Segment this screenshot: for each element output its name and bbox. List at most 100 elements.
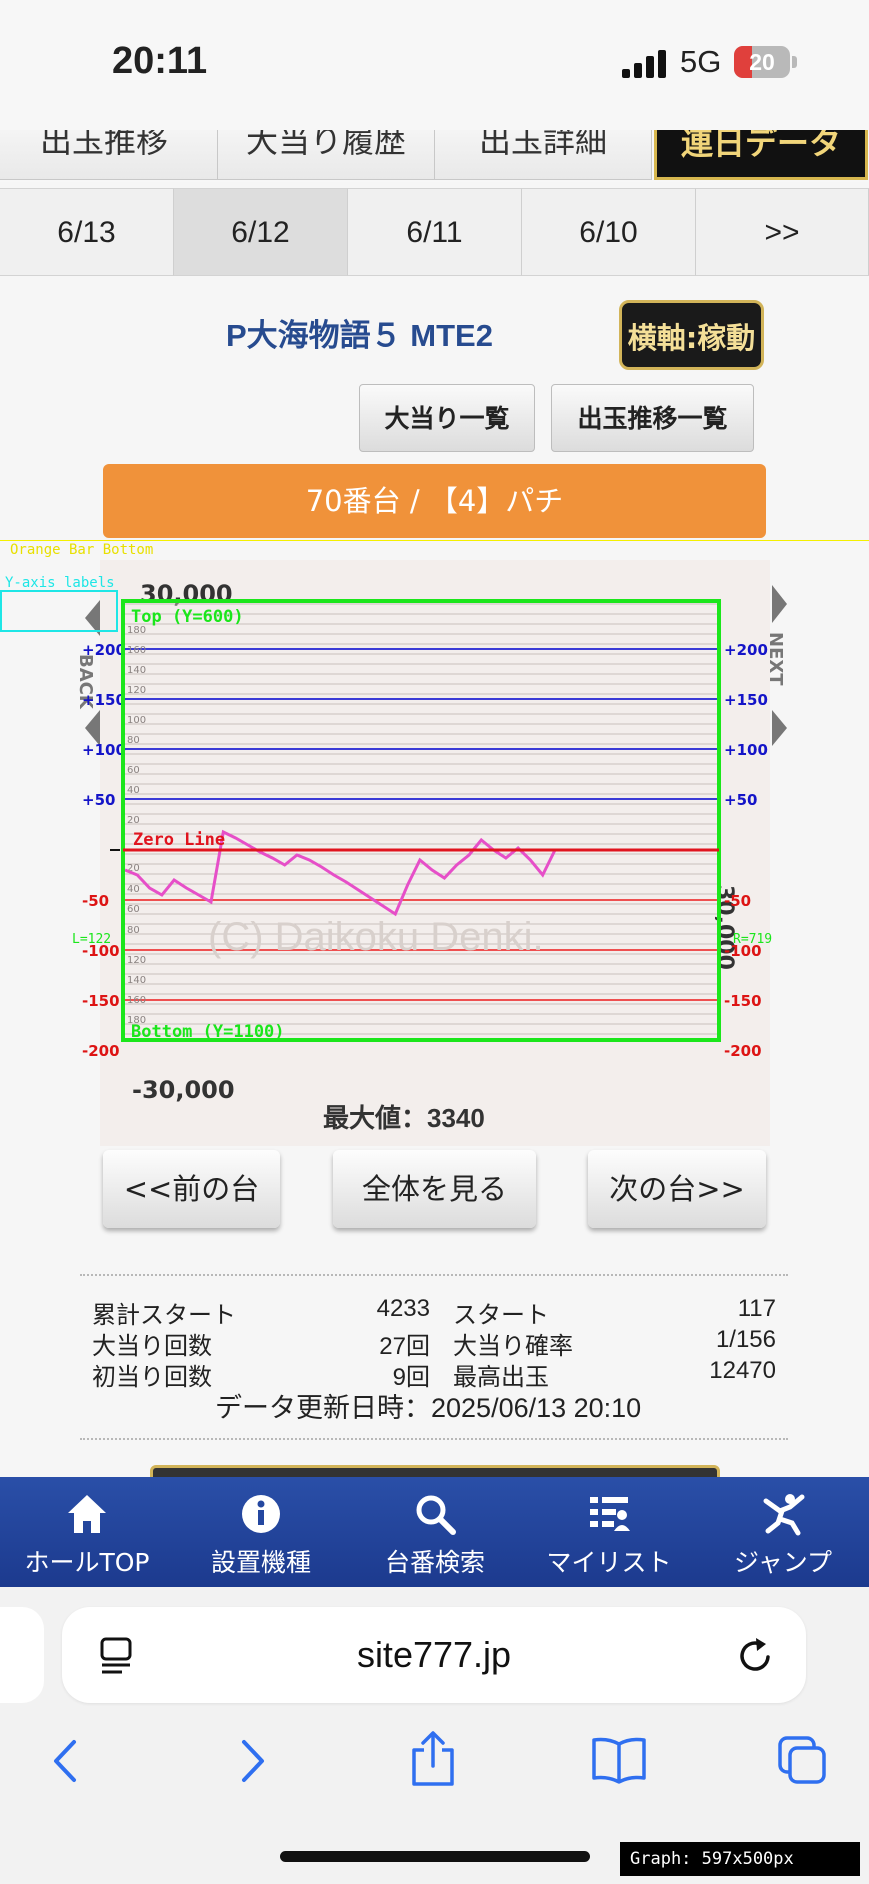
- minor-grid: [123, 603, 719, 1035]
- top-tab-row: 出玉推移 大当り履歴 出玉詳細 連日データ: [0, 130, 869, 182]
- left-tick-label: +50: [82, 791, 115, 809]
- home-indicator: [280, 1851, 590, 1862]
- battery-level: 20: [749, 49, 775, 75]
- machine-bar: 70番台 / 【4】パチ: [103, 464, 766, 538]
- tab-jackpot-history[interactable]: 大当り履歴: [217, 130, 435, 180]
- previous-tab-edge[interactable]: [0, 1607, 44, 1703]
- next-arrow-up[interactable]: [772, 585, 787, 623]
- nav-installed-models[interactable]: 設置機種: [174, 1477, 348, 1587]
- axis-toggle-button[interactable]: 横軸:稼動: [619, 300, 764, 370]
- nav-label: ホールTOP: [24, 1548, 150, 1577]
- nav-label: マイリスト: [546, 1548, 672, 1577]
- share-icon[interactable]: [408, 1730, 458, 1788]
- tab-payout-trend[interactable]: 出玉推移: [0, 130, 218, 180]
- stat-value: 12470: [709, 1357, 776, 1384]
- right-tick-label: +150: [724, 691, 768, 709]
- max-value-label: 最大値：3340: [323, 1103, 485, 1133]
- left-tick-label: -150: [82, 992, 120, 1010]
- stat-label: 大当り確率: [453, 1333, 573, 1360]
- graph-size-label: Graph: 597x500px: [620, 1842, 860, 1876]
- left-tick-label: -200: [82, 1042, 120, 1060]
- cellular-signal-icon: [622, 50, 666, 78]
- right-tick-label: +50: [724, 791, 757, 809]
- minor-tick-label: 100: [127, 715, 146, 726]
- jump-icon: [763, 1494, 805, 1536]
- minor-tick-label: 40: [127, 884, 140, 895]
- payout-list-button[interactable]: 出玉推移一覧: [551, 384, 754, 452]
- nav-my-list[interactable]: マイリスト: [522, 1477, 696, 1587]
- y-axis-labels-caption: Y-axis labels: [5, 575, 115, 591]
- right-tick-label: -200: [724, 1042, 762, 1060]
- stat-value: 1/156: [715, 1326, 776, 1353]
- stat-label: スタート: [453, 1302, 549, 1329]
- minor-tick-label: 80: [127, 735, 140, 746]
- bottom-nav: ホールTOP 設置機種 台番検索 マイリスト ジャンプ: [0, 1477, 869, 1587]
- clock: 20:11: [112, 40, 208, 82]
- right-tick-label: +200: [724, 641, 768, 659]
- date-tab-4[interactable]: 6/10: [522, 188, 696, 276]
- model-name: P大海物語５ MTE2: [226, 318, 493, 353]
- nav-jump[interactable]: ジャンプ: [696, 1477, 869, 1587]
- nav-label: 台番検索: [384, 1548, 485, 1577]
- back-icon[interactable]: [46, 1736, 86, 1786]
- network-type: 5G: [680, 44, 722, 79]
- graph-bottom-value: -30,000: [132, 1076, 235, 1104]
- nav-label: 設置機種: [210, 1548, 311, 1577]
- divider-bottom: [80, 1438, 788, 1440]
- battery-tip: [792, 56, 797, 68]
- date-tab-3[interactable]: 6/11: [348, 188, 522, 276]
- reload-icon[interactable]: [736, 1636, 776, 1676]
- search-icon: [416, 1495, 456, 1535]
- stat-label: 累計スタート: [92, 1302, 236, 1329]
- tab-payout-detail[interactable]: 出玉詳細: [434, 130, 652, 180]
- stat-value: 27回: [379, 1333, 430, 1360]
- next-arrow-down[interactable]: [772, 710, 787, 746]
- minor-tick-label: 60: [127, 904, 140, 915]
- minor-tick-label: 120: [127, 685, 146, 696]
- right-tick-label: -50: [724, 892, 751, 910]
- payout-graph: BACK NEXT 30,000 -30,000 30,000 18016014…: [0, 575, 787, 1133]
- home-icon: [68, 1495, 106, 1533]
- jackpot-list-button[interactable]: 大当り一覧: [359, 384, 535, 452]
- left-tick-label: +200: [82, 641, 126, 659]
- prev-machine-button[interactable]: <<前の台: [103, 1150, 280, 1228]
- right-tick-label: +100: [724, 741, 768, 759]
- tabs-icon[interactable]: [776, 1734, 828, 1786]
- bottom-marker-label: Bottom (Y=1100): [131, 1022, 285, 1042]
- left-marker-label: L=122: [72, 932, 111, 947]
- info-icon: [242, 1495, 280, 1533]
- nav-machine-search[interactable]: 台番検索: [348, 1477, 522, 1587]
- tab-daily-data[interactable]: 連日データ: [654, 130, 868, 180]
- minor-tick-label: 140: [127, 975, 146, 986]
- minor-tick-label: 80: [127, 925, 140, 936]
- minor-tick-label: 120: [127, 955, 146, 966]
- nav-label: ジャンプ: [733, 1548, 832, 1577]
- left-tick-label: -50: [82, 892, 109, 910]
- divider-top: [80, 1274, 788, 1276]
- right-tick-label: -150: [724, 992, 762, 1010]
- minor-tick-label: 160: [127, 645, 146, 656]
- bookmarks-icon[interactable]: [590, 1736, 648, 1784]
- minor-tick-label: 140: [127, 665, 146, 676]
- date-tab-more[interactable]: >>: [696, 188, 869, 276]
- battery-icon: 20: [734, 46, 790, 78]
- forward-icon[interactable]: [232, 1736, 272, 1786]
- date-tab-2[interactable]: 6/12: [174, 188, 348, 276]
- top-marker-label: Top (Y=600): [131, 607, 244, 627]
- stat-value: 4233: [376, 1295, 430, 1322]
- nav-hall-top[interactable]: ホールTOP: [0, 1477, 174, 1587]
- next-label[interactable]: NEXT: [765, 632, 786, 686]
- date-tab-row: 6/13 6/12 6/11 6/10 >>: [0, 188, 869, 276]
- next-machine-button[interactable]: 次の台>>: [588, 1150, 766, 1228]
- right-marker-label: R=719: [733, 932, 772, 947]
- stat-label: 大当り回数: [92, 1333, 212, 1360]
- url-text[interactable]: site777.jp: [62, 1607, 806, 1703]
- date-tab-1[interactable]: 6/13: [0, 188, 174, 276]
- stat-label: 初当り回数: [92, 1364, 212, 1391]
- minor-tick-label: 160: [127, 995, 146, 1006]
- updated-timestamp: データ更新日時：2025/06/13 20:10: [215, 1393, 642, 1423]
- list-icon: [590, 1497, 630, 1531]
- left-tick-label: +100: [82, 741, 126, 759]
- view-all-button[interactable]: 全体を見る: [333, 1150, 536, 1228]
- left-tick-label: +150: [82, 691, 126, 709]
